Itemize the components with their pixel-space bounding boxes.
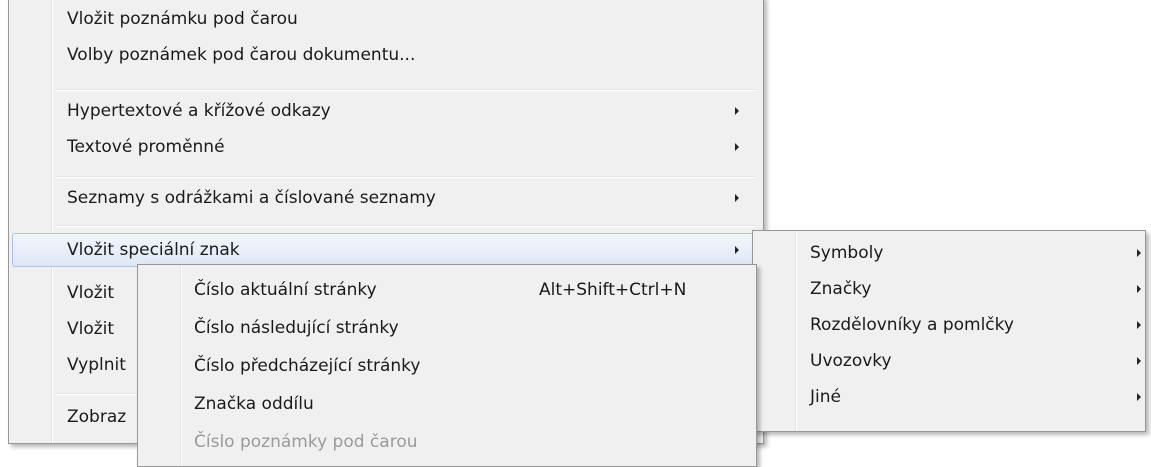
menu-item-label: Rozdělovníky a pomlčky	[810, 315, 1014, 335]
menu-item-label: Vložit speciální znak	[67, 240, 240, 260]
menu-separator	[55, 89, 755, 91]
menu-item-other[interactable]: Jiné	[753, 379, 1145, 415]
menu-item-label: Značky	[810, 279, 872, 299]
menu-item-hyperlinks[interactable]: Hypertextové a křížové odkazy	[9, 93, 763, 129]
menu-item-label: Volby poznámek pod čarou dokumentu...	[67, 45, 416, 65]
submenu-arrow-icon	[1137, 285, 1141, 293]
menu-item-quotes[interactable]: Uvozovky	[753, 343, 1145, 379]
submenu-arrow-icon	[1137, 321, 1141, 329]
submenu-arrow-icon	[735, 246, 739, 254]
menu-item-label: Vložit	[67, 319, 115, 339]
menu-item-label: Vyplnit	[67, 355, 126, 375]
menu-separator	[55, 225, 755, 227]
submenu-arrow-icon	[1137, 357, 1141, 365]
menu-item-symbols[interactable]: Symboly	[753, 235, 1145, 271]
menu-item-footnote-options[interactable]: Volby poznámek pod čarou dokumentu...	[9, 37, 763, 73]
menu-item-label: Seznamy s odrážkami a číslované seznamy	[67, 188, 436, 208]
menu-item-insert-special-char[interactable]: Vložit speciální znak	[12, 233, 758, 267]
menu-item-hyphens[interactable]: Rozdělovníky a pomlčky	[753, 307, 1145, 343]
menu-item-label: Číslo následující stránky	[194, 318, 399, 338]
menu-item-bulleted-lists[interactable]: Seznamy s odrážkami a číslované seznamy	[9, 180, 763, 216]
menu-item-label: Textové proměnné	[67, 137, 225, 157]
menu-item-label: Zobraz	[67, 407, 127, 427]
submenu-arrow-icon	[1137, 393, 1141, 401]
submenu-arrow-icon	[735, 194, 739, 202]
page-number-submenu: Číslo aktuální stránky Alt+Shift+Ctrl+N …	[137, 264, 757, 467]
special-char-submenu: Symboly Značky Rozdělovníky a pomlčky Uv…	[752, 230, 1146, 432]
menu-item-label: Číslo poznámky pod čarou	[194, 432, 418, 452]
menu-item-label: Symboly	[810, 243, 884, 263]
menu-item-marks[interactable]: Značky	[753, 271, 1145, 307]
menu-item-label: Hypertextové a křížové odkazy	[67, 101, 331, 121]
menu-item-text-variables[interactable]: Textové proměnné	[9, 129, 763, 165]
menu-item-label: Uvozovky	[810, 351, 892, 371]
submenu-arrow-icon	[735, 107, 739, 115]
menu-item-label: Vložit	[67, 283, 115, 303]
menu-item-section-marker[interactable]: Značka oddílu	[138, 386, 756, 422]
menu-item-label: Jiné	[810, 387, 841, 407]
menu-separator	[55, 176, 755, 178]
submenu-arrow-icon	[1137, 249, 1141, 257]
menu-item-label: Značka oddílu	[194, 394, 314, 414]
menu-item-insert-footnote[interactable]: Vložit poznámku pod čarou	[9, 1, 763, 37]
menu-item-footnote-number: Číslo poznámky pod čarou	[138, 424, 756, 460]
shortcut-text: Alt+Shift+Ctrl+N	[539, 280, 687, 300]
submenu-arrow-icon	[735, 143, 739, 151]
menu-item-previous-page[interactable]: Číslo předcházející stránky	[138, 348, 756, 384]
menu-item-label: Vložit poznámku pod čarou	[67, 9, 298, 29]
menu-item-label: Číslo aktuální stránky	[194, 280, 377, 300]
menu-item-next-page[interactable]: Číslo následující stránky	[138, 310, 756, 346]
menu-item-current-page[interactable]: Číslo aktuální stránky Alt+Shift+Ctrl+N	[138, 272, 756, 308]
menu-item-label: Číslo předcházející stránky	[194, 356, 421, 376]
